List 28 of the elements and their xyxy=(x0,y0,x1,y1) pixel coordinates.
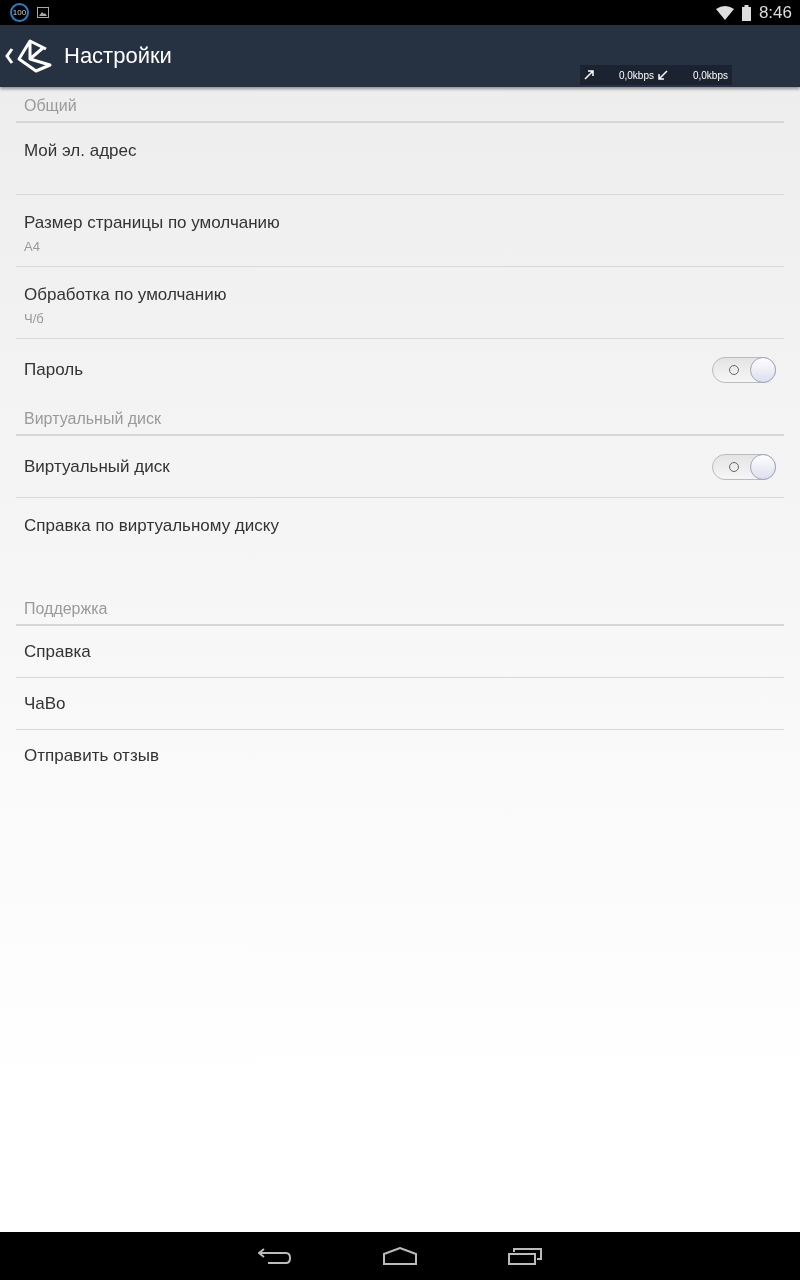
home-icon[interactable] xyxy=(382,1247,418,1265)
setting-summary: Ч/б xyxy=(24,311,45,326)
section-header: Общий xyxy=(16,87,784,123)
setting-title[interactable]: Справка по виртуальному диску xyxy=(24,516,776,536)
image-icon xyxy=(37,7,49,18)
battery-saver-badge: 100 xyxy=(10,3,29,22)
clock-time: 8:46 xyxy=(758,2,792,23)
setting-title[interactable]: Мой эл. адрес xyxy=(24,141,776,161)
toggle-switch[interactable] xyxy=(712,356,776,383)
back-button[interactable] xyxy=(4,39,52,73)
network-speed-meter: 0,0kbps 0,0kbps xyxy=(580,65,732,85)
setting-title[interactable]: Размер страницы по умолчанию xyxy=(24,213,776,233)
setting-title[interactable]: Справка xyxy=(24,641,91,662)
back-chevron-icon xyxy=(4,47,14,65)
setting-title[interactable]: Пароль xyxy=(24,359,83,380)
wifi-icon xyxy=(715,5,734,20)
setting-title[interactable]: Отправить отзыв xyxy=(24,745,159,766)
setting-title[interactable]: Виртуальный диск xyxy=(24,456,170,477)
back-icon[interactable] xyxy=(258,1247,292,1265)
screen-title: Настройки xyxy=(64,43,172,69)
section-header: Виртуальный диск xyxy=(16,400,784,436)
setting-title[interactable]: ЧаВо xyxy=(24,693,66,714)
battery-icon xyxy=(741,4,751,21)
setting-title[interactable]: Обработка по умолчанию xyxy=(24,285,776,305)
toggle-switch[interactable] xyxy=(712,453,776,480)
section-header: Поддержка xyxy=(16,590,784,626)
recent-apps-icon[interactable] xyxy=(508,1247,542,1265)
setting-summary: A4 xyxy=(24,239,41,254)
